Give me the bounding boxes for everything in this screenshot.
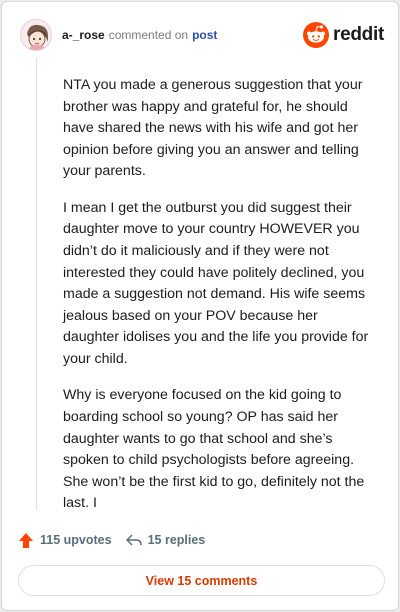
comment-card: a-_rose commented on post reddit NTA you…: [1, 1, 399, 611]
meta-verb: commented on: [108, 28, 189, 42]
upvote-count: 115 upvotes: [40, 533, 112, 547]
brand-wordmark: reddit: [333, 24, 384, 45]
reply-arrow-icon: [125, 534, 142, 546]
username-link[interactable]: a-_rose: [62, 28, 105, 42]
replies-button[interactable]: 15 replies: [125, 533, 206, 547]
upvote-arrow-icon: [19, 532, 33, 548]
snoo-avatar-icon: [21, 20, 51, 50]
user-avatar[interactable]: [20, 19, 52, 51]
comment-body: NTA you made a generous suggestion that …: [63, 75, 373, 530]
reddit-snoo-icon: [303, 22, 330, 48]
post-link[interactable]: post: [192, 28, 217, 42]
upvote-button[interactable]: 115 upvotes: [18, 532, 112, 549]
reddit-logo[interactable]: reddit: [303, 22, 384, 48]
comment-paragraph: I mean I get the outburst you did sugges…: [63, 199, 369, 367]
comment-header: a-_rose commented on post reddit: [20, 17, 384, 53]
comment-paragraph: NTA you made a generous suggestion that …: [63, 77, 363, 180]
comment-actions: 115 upvotes 15 replies: [18, 530, 205, 550]
replies-count: 15 replies: [147, 533, 206, 547]
comment-paragraph: Why is everyone focused on the kid going…: [63, 387, 365, 512]
thread-line[interactable]: [36, 58, 37, 510]
view-comments-button[interactable]: View 15 comments: [18, 565, 385, 596]
comment-meta: a-_rose commented on post: [62, 28, 217, 42]
